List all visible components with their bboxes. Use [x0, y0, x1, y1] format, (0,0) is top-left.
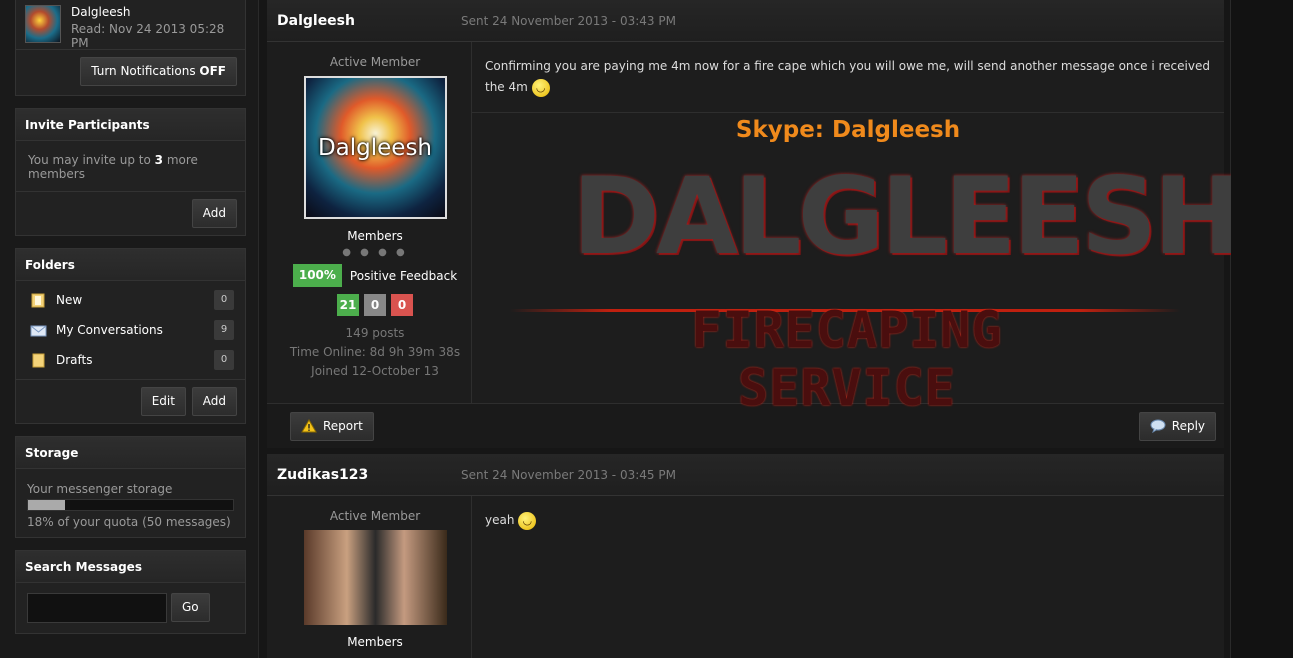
message-date: Sent 24 November 2013 - 03:45 PM: [461, 467, 676, 482]
author-avatar[interactable]: [303, 530, 447, 625]
report-label: Report: [323, 418, 363, 433]
search-panel: Search Messages Go: [15, 550, 246, 634]
search-go-button[interactable]: Go: [171, 593, 210, 622]
invite-footer: Add: [16, 191, 245, 235]
message-header: Zudikas123 Sent 24 November 2013 - 03:45…: [267, 454, 1224, 496]
envelope-icon: [30, 325, 47, 336]
message-content: yeah ◡: [472, 496, 1224, 658]
message-body: Active Member Members yeah ◡: [267, 496, 1224, 658]
notifications-state: OFF: [199, 64, 226, 78]
right-gutter: [1231, 0, 1293, 658]
new-folder-icon: [31, 293, 45, 307]
author-avatar[interactable]: Dalgleesh: [303, 76, 447, 219]
message-text: yeah ◡: [472, 496, 1224, 545]
message-body: Active Member Dalgleesh Members ● ● ● ● …: [267, 42, 1242, 417]
member-group: Members: [347, 635, 403, 649]
signature: Skype: Dalgleesh DALGLEESH FIRECAPING SE…: [472, 113, 1242, 417]
folders-panel: Folders New 0 My Conversations 9 Drafts …: [15, 248, 246, 424]
folder-list: New 0 My Conversations 9 Drafts 0: [16, 281, 245, 379]
notifications-toggle-button[interactable]: Turn Notifications OFF: [80, 57, 237, 86]
notifications-label: Turn Notifications: [91, 64, 200, 78]
time-online: Time Online: 8d 9h 39m 38s: [289, 345, 461, 359]
folders-edit-button[interactable]: Edit: [140, 387, 186, 416]
message-2: Zudikas123 Sent 24 November 2013 - 03:45…: [267, 454, 1224, 658]
folder-item-new[interactable]: New 0: [16, 285, 245, 315]
rank-pips: ● ● ● ●: [342, 247, 408, 258]
search-row: Go: [16, 583, 245, 633]
author-info: Active Member Members: [279, 496, 472, 658]
message-date: Sent 24 November 2013 - 03:43 PM: [461, 13, 676, 28]
search-input[interactable]: [27, 593, 167, 623]
reply-button[interactable]: Reply: [1138, 411, 1216, 441]
message-content: Confirming you are paying me 4m now for …: [472, 42, 1242, 417]
folder-count: 9: [214, 320, 234, 340]
folder-label: My Conversations: [56, 323, 163, 337]
reader-avatar[interactable]: [25, 5, 61, 43]
smiley-icon: ◡: [531, 78, 550, 97]
signature-banner-title: DALGLEESH: [572, 155, 1242, 278]
conversation-info-panel: Dalgleesh Read: Nov 24 2013 05:28 PM Tur…: [15, 0, 246, 96]
author-stats: 149 posts Time Online: 8d 9h 39m 38s Joi…: [279, 324, 471, 381]
sidebar: Dalgleesh Read: Nov 24 2013 05:28 PM Tur…: [15, 0, 246, 646]
speech-bubble-icon: [1150, 419, 1166, 433]
signature-skype: Skype: Dalgleesh: [735, 117, 961, 143]
message-thread: Dalgleesh Sent 24 November 2013 - 03:43 …: [258, 0, 1242, 658]
invite-text-pre: You may invite up to: [28, 153, 155, 167]
negative-count: 0: [391, 294, 413, 316]
warning-icon: [301, 419, 317, 433]
storage-body: Your messenger storage 18% of your quota…: [16, 469, 245, 537]
storage-bar-fill: [28, 500, 65, 510]
invite-text: You may invite up to 3 more members: [16, 141, 245, 191]
folders-title: Folders: [16, 249, 245, 281]
message-author[interactable]: Dalgleesh: [267, 13, 461, 29]
neutral-count: 0: [364, 294, 386, 316]
storage-label: Your messenger storage: [27, 482, 173, 496]
invite-add-button[interactable]: Add: [191, 199, 237, 228]
member-group: Members: [347, 229, 403, 243]
feedback-tally: 21 0 0: [279, 294, 471, 316]
folders-footer: Edit Add: [16, 379, 245, 423]
feedback-summary: 100% Positive Feedback: [279, 264, 471, 287]
storage-quota: 18% of your quota (50 messages): [27, 515, 231, 529]
last-reader: Dalgleesh Read: Nov 24 2013 05:28 PM: [16, 0, 245, 50]
smiley-icon: ◡: [518, 511, 537, 530]
message-text-body: Confirming you are paying me 4m now for …: [485, 59, 1210, 94]
post-count: 149 posts: [345, 326, 405, 340]
storage-title: Storage: [16, 437, 245, 469]
drafts-folder-icon: [32, 353, 45, 367]
feedback-label[interactable]: Positive Feedback: [350, 269, 457, 283]
message-text-body: yeah: [485, 513, 515, 527]
message-author[interactable]: Zudikas123: [267, 467, 461, 483]
feedback-percent: 100%: [292, 264, 342, 287]
invite-count: 3: [154, 153, 163, 167]
folders-add-button[interactable]: Add: [191, 387, 237, 416]
read-timestamp: Read: Nov 24 2013 05:28 PM: [71, 22, 225, 50]
member-rank: Active Member: [329, 509, 421, 523]
avatar-text: Dalgleesh: [317, 134, 433, 161]
search-title: Search Messages: [16, 551, 245, 583]
join-date: Joined 12-October 13: [311, 364, 439, 378]
folder-count: 0: [214, 350, 234, 370]
folder-item-drafts[interactable]: Drafts 0: [16, 345, 245, 375]
reader-name[interactable]: Dalgleesh: [71, 5, 236, 19]
author-info: Active Member Dalgleesh Members ● ● ● ● …: [279, 42, 472, 403]
member-rank: Active Member: [329, 55, 421, 69]
folder-item-my-conversations[interactable]: My Conversations 9: [16, 315, 245, 345]
signature-banner-subtitle: FIRECAPING SERVICE: [691, 301, 1003, 417]
invite-title: Invite Participants: [16, 109, 245, 141]
positive-count: 21: [337, 294, 359, 316]
message-1: Dalgleesh Sent 24 November 2013 - 03:43 …: [267, 0, 1242, 448]
folder-label: New: [56, 293, 83, 307]
folder-label: Drafts: [56, 353, 93, 367]
message-text: Confirming you are paying me 4m now for …: [472, 42, 1224, 113]
storage-panel: Storage Your messenger storage 18% of yo…: [15, 436, 246, 538]
reply-label: Reply: [1171, 418, 1205, 433]
message-header: Dalgleesh Sent 24 November 2013 - 03:43 …: [267, 0, 1224, 42]
storage-bar: [27, 499, 234, 511]
folder-count: 0: [214, 290, 234, 310]
report-button[interactable]: Report: [290, 411, 374, 441]
invite-panel: Invite Participants You may invite up to…: [15, 108, 246, 236]
